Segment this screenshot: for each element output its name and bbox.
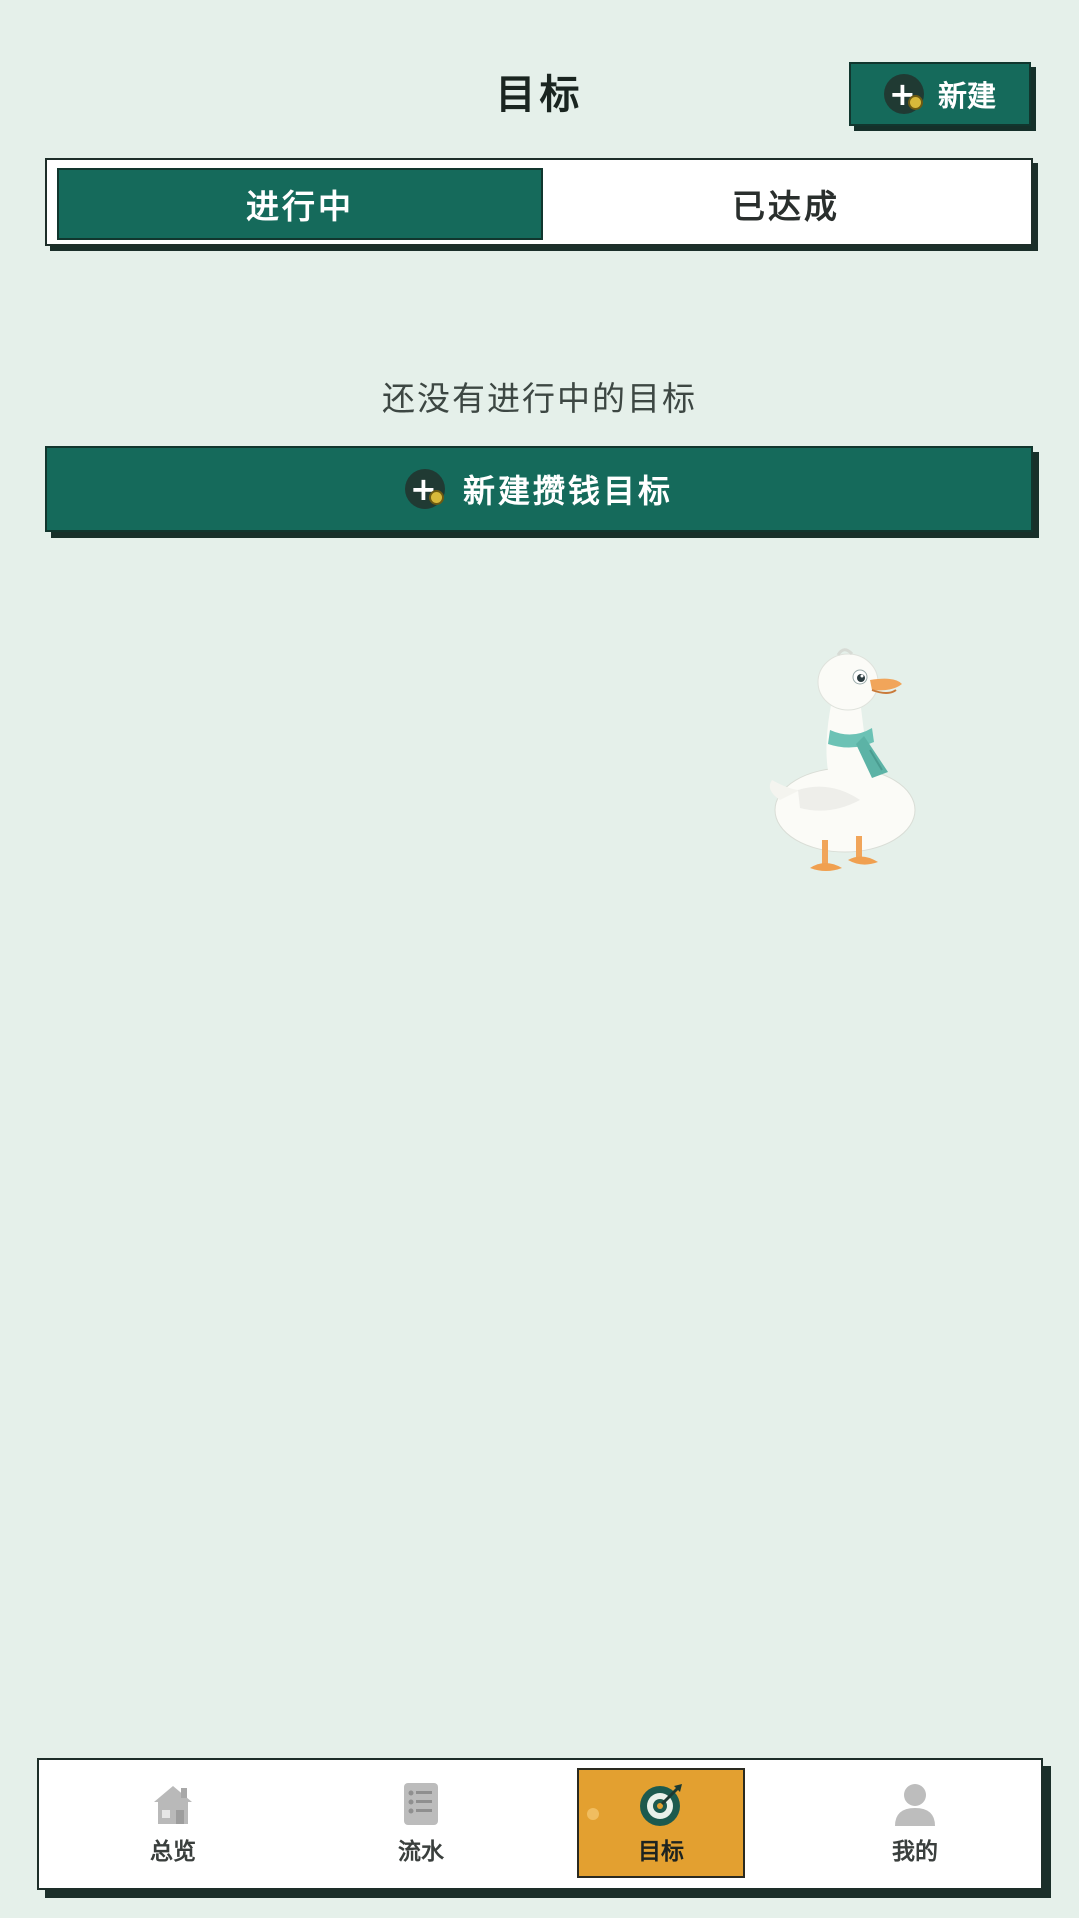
- nav-item-profile[interactable]: 我的: [831, 1768, 999, 1878]
- nav-item-goals[interactable]: 目标: [577, 1768, 745, 1878]
- nav-label-transactions: 流水: [398, 1839, 444, 1865]
- duck-mascot-illustration: [769, 648, 916, 871]
- house-icon: [154, 1786, 192, 1824]
- user-icon: [895, 1784, 935, 1826]
- goal-status-tabs: 进行中 已达成: [45, 158, 1033, 246]
- target-icon: [640, 1784, 682, 1826]
- tab-achieved[interactable]: 已达成: [543, 168, 1029, 240]
- create-goal-label: 新建攒钱目标: [462, 472, 673, 510]
- nav-label-profile: 我的: [892, 1839, 938, 1865]
- empty-state-message: 还没有进行中的目标: [382, 379, 697, 418]
- new-goal-header-button[interactable]: + 新建: [849, 62, 1031, 126]
- nav-label-overview: 总览: [150, 1839, 196, 1865]
- add-coin-icon: +: [404, 469, 445, 509]
- add-coin-icon: +: [883, 74, 924, 114]
- active-indicator-dot: [587, 1808, 599, 1820]
- tab-in-progress[interactable]: 进行中: [57, 168, 543, 240]
- nav-label-goals: 目标: [638, 1839, 684, 1865]
- nav-item-transactions[interactable]: 流水: [337, 1768, 505, 1878]
- create-savings-goal-button[interactable]: + 新建攒钱目标: [45, 446, 1033, 532]
- nav-item-overview[interactable]: 总览: [89, 1768, 257, 1878]
- list-document-icon: [404, 1783, 438, 1825]
- bottom-navigation: 总览 流水 目标 我的: [37, 1758, 1043, 1890]
- new-button-label: 新建: [937, 79, 996, 113]
